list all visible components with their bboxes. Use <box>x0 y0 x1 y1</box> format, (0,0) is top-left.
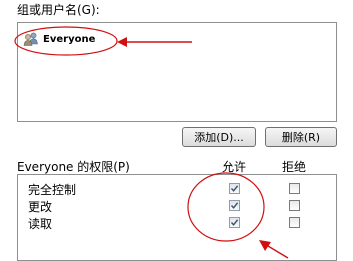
deny-checkbox-full-control[interactable] <box>289 183 300 194</box>
user-list[interactable]: Everyone <box>17 22 337 122</box>
permission-row-read: 读取 <box>18 214 336 231</box>
permissions-header: Everyone 的权限(P) <box>17 160 130 174</box>
add-button[interactable]: 添加(D)... <box>182 127 256 147</box>
deny-column-header: 拒绝 <box>282 160 307 174</box>
permission-name: 读取 <box>28 217 53 231</box>
user-name: Everyone <box>43 33 96 45</box>
checkmark-icon <box>230 185 239 192</box>
list-item-everyone[interactable]: Everyone <box>23 32 95 46</box>
user-group-icon <box>23 32 39 46</box>
permission-name: 更改 <box>28 200 53 214</box>
remove-button[interactable]: 删除(R) <box>265 127 337 147</box>
groups-label: 组或用户名(G): <box>17 3 100 17</box>
allow-checkbox-read[interactable] <box>229 217 240 228</box>
permission-name: 完全控制 <box>28 183 77 197</box>
permission-row-full-control: 完全控制 <box>18 180 336 197</box>
security-dialog: 组或用户名(G): Everyone 添加(D)... 删除(R) Everyo… <box>0 0 353 261</box>
permissions-list: 完全控制 更改 读取 <box>17 174 337 261</box>
checkmark-icon <box>230 202 239 209</box>
allow-checkbox-full-control[interactable] <box>229 183 240 194</box>
allow-column-header: 允许 <box>222 160 247 174</box>
permission-row-change: 更改 <box>18 197 336 214</box>
deny-checkbox-read[interactable] <box>289 217 300 228</box>
deny-checkbox-change[interactable] <box>289 200 300 211</box>
allow-checkbox-change[interactable] <box>229 200 240 211</box>
checkmark-icon <box>230 219 239 226</box>
